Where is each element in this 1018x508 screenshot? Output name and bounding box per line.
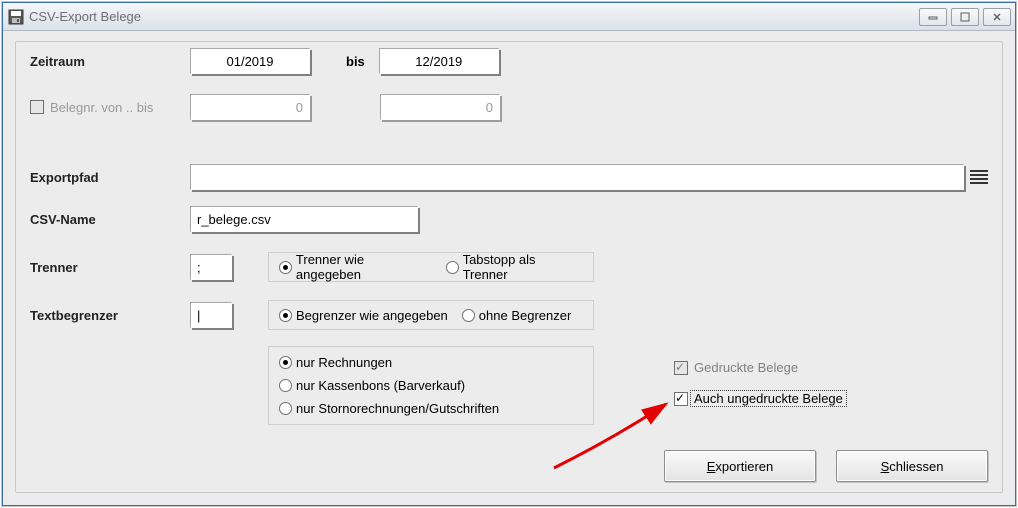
doctype-radio-rechnungen[interactable]	[279, 356, 292, 369]
doctype-option-rechnungen[interactable]: nur Rechnungen	[279, 355, 392, 370]
belegnr-to-field: 0	[380, 94, 500, 120]
label-zeitraum: Zeitraum	[30, 54, 190, 69]
begrenzer-option-group: Begrenzer wie angegeben ohne Begrenzer	[268, 300, 594, 330]
doctype-option-storno[interactable]: nur Stornorechnungen/Gutschriften	[279, 401, 499, 416]
gedruckte-checkbox	[674, 361, 688, 375]
gedruckte-label: Gedruckte Belege	[694, 360, 798, 375]
trenner-option-group: Trenner wie angegeben Tabstopp als Trenn…	[268, 252, 594, 282]
titlebar: CSV-Export Belege	[3, 3, 1015, 31]
client-area: Zeitraum 01/2019 bis 12/2019 Belegnr. vo…	[3, 31, 1015, 505]
doctype-radio-storno[interactable]	[279, 402, 292, 415]
csvname-field[interactable]: r_belege.csv	[190, 206, 418, 232]
trenner-radio-asgiven[interactable]	[279, 261, 292, 274]
trenner-option-tab[interactable]: Tabstopp als Trenner	[446, 252, 583, 282]
begrenzer-option-none[interactable]: ohne Begrenzer	[462, 308, 572, 323]
minimize-button[interactable]	[919, 8, 947, 26]
window: CSV-Export Belege Zeitraum 01/2019 bis	[2, 2, 1016, 506]
zeitraum-from-field[interactable]: 01/2019	[190, 48, 310, 74]
label-csvname: CSV-Name	[30, 212, 190, 227]
save-icon	[7, 8, 25, 26]
trenner-radio-tab[interactable]	[446, 261, 459, 274]
exportpfad-browse-icon[interactable]	[970, 164, 988, 190]
begrenzer-option-asgiven[interactable]: Begrenzer wie angegeben	[279, 308, 448, 323]
export-button[interactable]: Exportieren	[664, 450, 816, 482]
doctype-option-kassenbons[interactable]: nur Kassenbons (Barverkauf)	[279, 378, 465, 393]
begrenzer-radio-none[interactable]	[462, 309, 475, 322]
textbegrenzer-field[interactable]: |	[190, 302, 232, 328]
belegnr-enable-checkbox	[30, 100, 44, 114]
trenner-field[interactable]: ;	[190, 254, 232, 280]
doctype-option-group: nur Rechnungen nur Kassenbons (Barverkau…	[268, 346, 594, 425]
maximize-button[interactable]	[951, 8, 979, 26]
label-trenner: Trenner	[30, 260, 190, 275]
auch-ungedruckte-row[interactable]: Auch ungedruckte Belege	[674, 390, 847, 407]
close-button[interactable]	[983, 8, 1011, 26]
label-belegnr: Belegnr. von .. bis	[50, 100, 153, 115]
auch-ungedruckte-checkbox[interactable]	[674, 392, 688, 406]
label-textbegrenzer: Textbegrenzer	[30, 308, 190, 323]
doctype-radio-kassenbons[interactable]	[279, 379, 292, 392]
window-title: CSV-Export Belege	[29, 9, 919, 24]
form-panel: Zeitraum 01/2019 bis 12/2019 Belegnr. vo…	[15, 41, 1003, 493]
close-button-form[interactable]: Schliessen	[836, 450, 988, 482]
belegnr-from-field: 0	[190, 94, 310, 120]
auch-ungedruckte-label: Auch ungedruckte Belege	[690, 390, 847, 407]
belegnr-checkbox-row[interactable]: Belegnr. von .. bis	[30, 100, 190, 115]
window-controls	[919, 8, 1011, 26]
button-row: Exportieren Schliessen	[664, 450, 988, 482]
exportpfad-field[interactable]	[190, 164, 964, 190]
gedruckte-row: Gedruckte Belege	[674, 360, 798, 375]
label-exportpfad: Exportpfad	[30, 170, 190, 185]
label-bis: bis	[346, 54, 365, 69]
begrenzer-radio-asgiven[interactable]	[279, 309, 292, 322]
zeitraum-to-field[interactable]: 12/2019	[379, 48, 499, 74]
trenner-option-asgiven[interactable]: Trenner wie angegeben	[279, 252, 432, 282]
